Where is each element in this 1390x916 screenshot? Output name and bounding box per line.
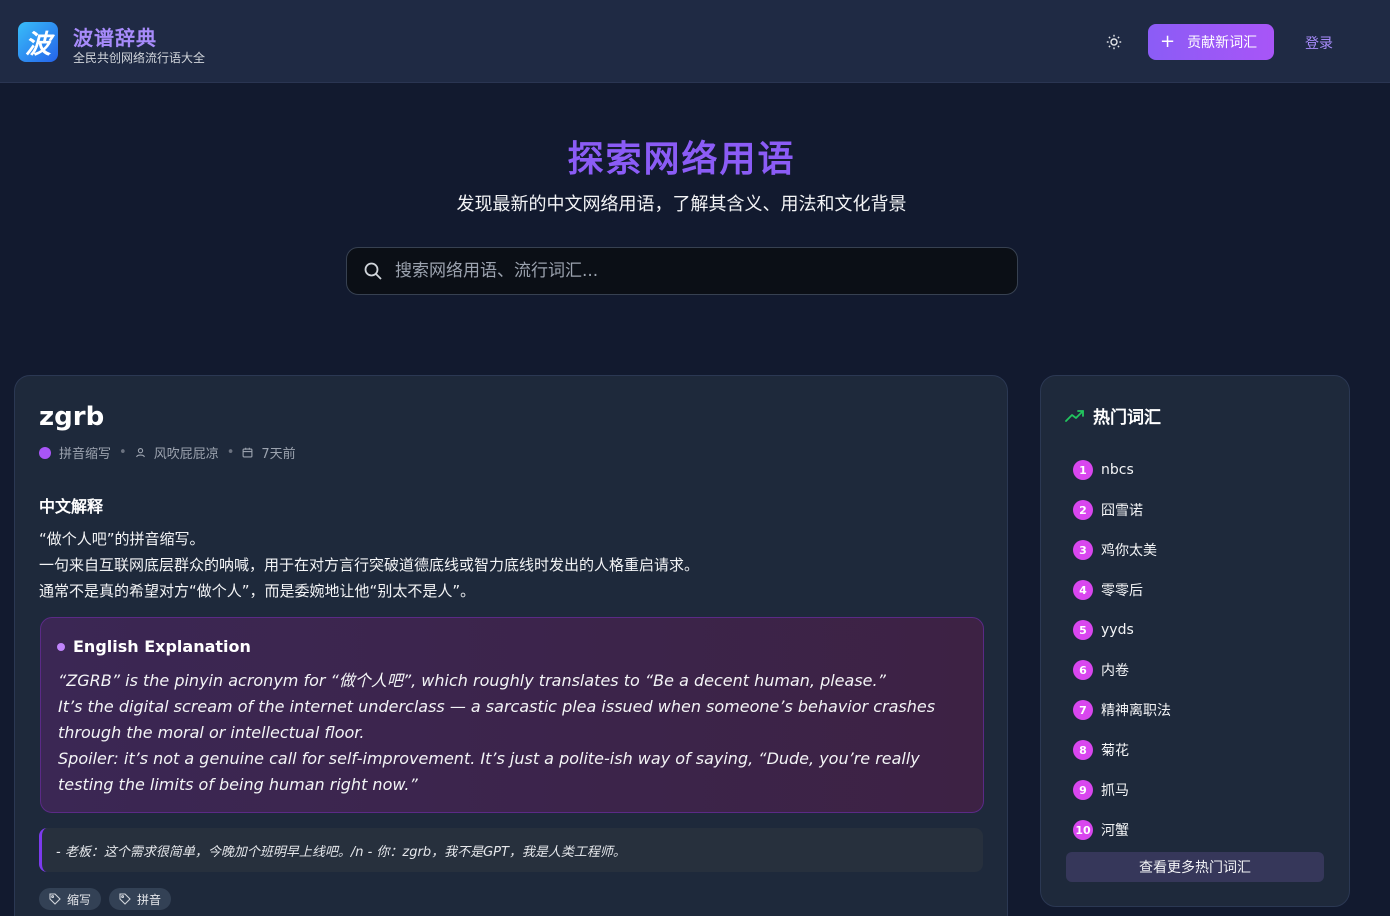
meta-separator: • xyxy=(226,445,235,460)
rank-badge: 2 xyxy=(1073,500,1093,520)
trending-up-icon xyxy=(1065,409,1084,422)
search-icon xyxy=(364,262,382,280)
rank-badge: 4 xyxy=(1073,580,1093,600)
plus-icon: + xyxy=(1160,31,1176,52)
contribute-label: 贡献新词汇 xyxy=(1187,35,1258,51)
rank-badge: 6 xyxy=(1073,660,1093,680)
tag-icon xyxy=(49,893,61,905)
entry-meta: 拼音缩写 • 风吹屁屁凉 • 7天前 xyxy=(39,443,296,462)
hero-subtitle: 发现最新的中文网络用语，了解其含义、用法和文化背景 xyxy=(456,194,907,215)
hot-term-label: 抓马 xyxy=(1101,783,1129,799)
hot-terms-heading: 热门词汇 xyxy=(1065,403,1161,428)
hot-term-label: 囧雪诺 xyxy=(1101,503,1143,519)
hot-term-item[interactable]: 6 内卷 xyxy=(1073,650,1171,690)
rank-badge: 8 xyxy=(1073,740,1093,760)
hot-term-label: 精神离职法 xyxy=(1101,703,1171,719)
hot-term-label: nbcs xyxy=(1101,462,1134,478)
hot-term-item[interactable]: 4 零零后 xyxy=(1073,570,1171,610)
hot-term-item[interactable]: 5 yyds xyxy=(1073,610,1171,650)
search-input[interactable] xyxy=(395,261,995,281)
rank-badge: 9 xyxy=(1073,780,1093,800)
en-line: testing the limits of being human right … xyxy=(58,775,418,794)
tag-label: 拼音 xyxy=(137,892,162,907)
cn-explanation-heading: 中文解释 xyxy=(39,497,104,516)
login-link[interactable]: 登录 xyxy=(1305,33,1333,53)
top-header: 波 波谱辞典 全民共创网络流行语大全 + 贡献新词汇 登录 xyxy=(0,0,1390,83)
rank-badge: 5 xyxy=(1073,620,1093,640)
cn-line: “做个人吧”的拼音缩写。 xyxy=(39,530,205,548)
usage-example: - 老板：这个需求很简单，今晚加个班明早上线吧。/n - 你：zgrb，我不是G… xyxy=(39,828,983,872)
brand-subtitle: 全民共创网络流行语大全 xyxy=(73,51,206,65)
hot-term-item[interactable]: 2 囧雪诺 xyxy=(1073,490,1171,530)
user-icon xyxy=(135,448,145,458)
en-heading-label: English Explanation xyxy=(73,637,251,656)
author-label[interactable]: 风吹屁屁凉 xyxy=(154,443,219,462)
more-hot-terms-button[interactable]: 查看更多热门词汇 xyxy=(1066,852,1324,882)
tag-chip[interactable]: 缩写 xyxy=(39,888,102,910)
en-explanation: “ZGRB” is the pinyin acronym for “做个人吧”,… xyxy=(58,668,958,798)
rank-badge: 7 xyxy=(1073,700,1093,720)
tag-icon xyxy=(119,893,131,905)
hot-terms-title: 热门词汇 xyxy=(1093,408,1161,428)
sun-icon xyxy=(1106,34,1122,50)
entry-card: zgrb 拼音缩写 • 风吹屁屁凉 • 7天前 中文解释 “做个人吧”的拼音缩写… xyxy=(14,375,1008,916)
hero-title: 探索网络用语 xyxy=(567,139,796,180)
en-explanation-heading: English Explanation xyxy=(57,637,251,656)
tag-label: 缩写 xyxy=(67,892,92,907)
brand-title[interactable]: 波谱辞典 xyxy=(73,22,157,51)
time-label: 7天前 xyxy=(261,447,296,462)
en-line: through the moral or intellectual floor. xyxy=(58,723,365,742)
en-line: Spoiler: it’s not a genuine call for sel… xyxy=(58,749,920,768)
search-box[interactable] xyxy=(346,247,1018,295)
cn-line: 一句来自互联网底层群众的呐喊，用于在对方言行突破道德底线或智力底线时发出的人格重… xyxy=(39,556,700,574)
hot-term-item[interactable]: 3 鸡你太美 xyxy=(1073,530,1171,570)
hot-term-label: 内卷 xyxy=(1101,663,1129,679)
hot-term-label: yyds xyxy=(1101,622,1134,638)
rank-badge: 3 xyxy=(1073,540,1093,560)
hot-term-item[interactable]: 10 河蟹 xyxy=(1073,810,1171,850)
hot-term-item[interactable]: 8 菊花 xyxy=(1073,730,1171,770)
hot-terms-sidebar: 热门词汇 1 nbcs 2 囧雪诺 3 鸡你太美 4 零零后 5 yyds 6 内卷 7 精神… xyxy=(1040,375,1350,907)
rank-badge: 10 xyxy=(1073,820,1093,840)
hot-term-item[interactable]: 7 精神离职法 xyxy=(1073,690,1171,730)
hot-term-item[interactable]: 9 抓马 xyxy=(1073,770,1171,810)
hot-term-label: 河蟹 xyxy=(1101,823,1129,839)
cn-explanation: “做个人吧”的拼音缩写。 一句来自互联网底层群众的呐喊，用于在对方言行突破道德底… xyxy=(39,526,979,604)
logo[interactable]: 波 xyxy=(18,22,58,62)
tag-chip[interactable]: 拼音 xyxy=(109,888,172,910)
hot-terms-list: 1 nbcs 2 囧雪诺 3 鸡你太美 4 零零后 5 yyds 6 内卷 7 精神离职法 8… xyxy=(1073,450,1171,850)
hot-term-label: 零零后 xyxy=(1101,583,1143,599)
bullet-icon xyxy=(57,642,65,651)
en-explanation-box: English Explanation “ZGRB” is the pinyin… xyxy=(40,617,984,813)
en-line: “ZGRB” is the pinyin acronym for “做个人吧”,… xyxy=(58,671,886,690)
calendar-icon xyxy=(242,447,253,458)
category-label[interactable]: 拼音缩写 xyxy=(59,443,111,462)
en-line: It’s the digital scream of the internet … xyxy=(58,697,936,716)
contribute-button[interactable]: + 贡献新词汇 xyxy=(1148,24,1274,60)
cn-line: 通常不是真的希望对方“做个人”，而是委婉地让他“别太不是人”。 xyxy=(39,582,476,600)
hot-term-label: 鸡你太美 xyxy=(1101,543,1157,559)
rank-badge: 1 xyxy=(1073,460,1093,480)
hot-term-item[interactable]: 1 nbcs xyxy=(1073,450,1171,490)
term-title[interactable]: zgrb xyxy=(39,402,104,432)
theme-toggle-button[interactable] xyxy=(1102,30,1126,54)
hot-term-label: 菊花 xyxy=(1101,743,1129,759)
meta-separator: • xyxy=(119,445,127,460)
tag-list: 缩写 拼音 xyxy=(39,888,172,910)
category-dot xyxy=(39,446,51,459)
